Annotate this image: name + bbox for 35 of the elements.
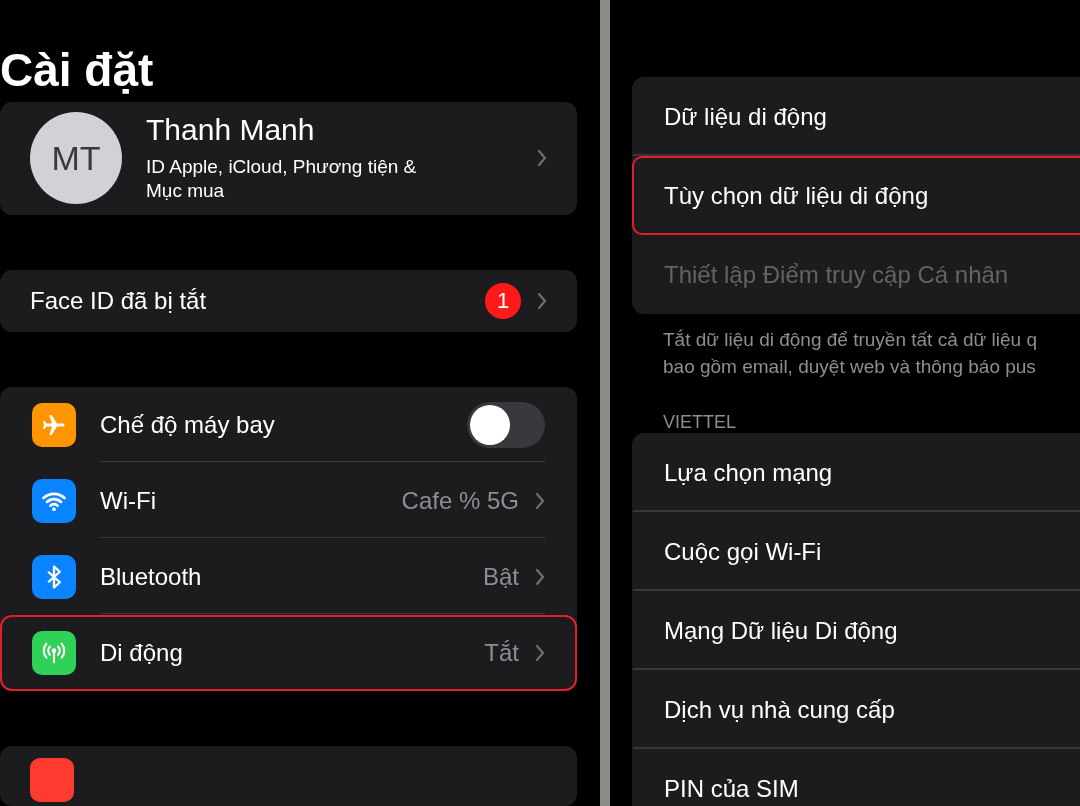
chevron-icon xyxy=(535,491,545,510)
settings-row[interactable]: Dữ liệu di động xyxy=(632,77,1080,156)
settings-row[interactable]: Lựa chọn mạng xyxy=(632,433,1080,512)
row-label: Di động xyxy=(100,639,184,667)
row-value: Bật xyxy=(482,562,519,591)
avatar: MT xyxy=(30,112,122,205)
face-id-row[interactable]: Face ID đã bị tắt 1 xyxy=(0,269,577,332)
section-header: VIETTEL xyxy=(662,412,738,433)
row-label: Wi-Fi xyxy=(100,486,157,515)
app-icon xyxy=(30,758,74,802)
row-label: Chế độ máy bay xyxy=(100,410,276,439)
page-title: Cài đặt xyxy=(0,44,155,98)
row-value: Cafe % 5G xyxy=(401,486,519,515)
profile-card[interactable]: MT Thanh Manh ID Apple, iCloud, Phương tiện & Mục mua xyxy=(0,102,577,215)
profile-subtitle: ID Apple, iCloud, Phương tiện & Mục mua xyxy=(146,155,418,204)
settings-row[interactable]: Di động Tắt xyxy=(0,615,577,691)
settings-row[interactable]: Mạng Dữ liệu Di động xyxy=(632,591,1080,670)
chevron-icon xyxy=(535,567,545,586)
settings-row[interactable]: Tùy chọn dữ liệu di động xyxy=(632,156,1080,235)
chevron-icon xyxy=(537,291,547,310)
settings-row[interactable]: Cuộc gọi Wi-Fi xyxy=(632,512,1080,591)
notification-badge: 1 xyxy=(485,282,521,319)
row-label: Bluetooth xyxy=(100,562,203,591)
row-label: Face ID đã bị tắt xyxy=(30,286,208,315)
chevron-icon xyxy=(537,149,547,168)
footer-note: Tắt dữ liệu di động để truyền tất cả dữ liệu q bao gồm email, duyệt web và thông báo pus xyxy=(662,328,1038,379)
chevron-icon xyxy=(535,644,545,662)
settings-row[interactable]: Dịch vụ nhà cung cấp xyxy=(632,670,1080,749)
settings-row[interactable]: Wi-Fi Cafe % 5G xyxy=(0,463,577,539)
profile-name: Thanh Manh xyxy=(146,113,316,148)
row-value: Tắt xyxy=(484,639,519,667)
settings-row[interactable]: Bluetooth Bật xyxy=(0,539,577,615)
settings-row[interactable]: Chế độ máy bay xyxy=(0,387,577,463)
settings-row[interactable]: PIN của SIM xyxy=(632,749,1080,806)
toggle-switch[interactable] xyxy=(467,401,545,448)
